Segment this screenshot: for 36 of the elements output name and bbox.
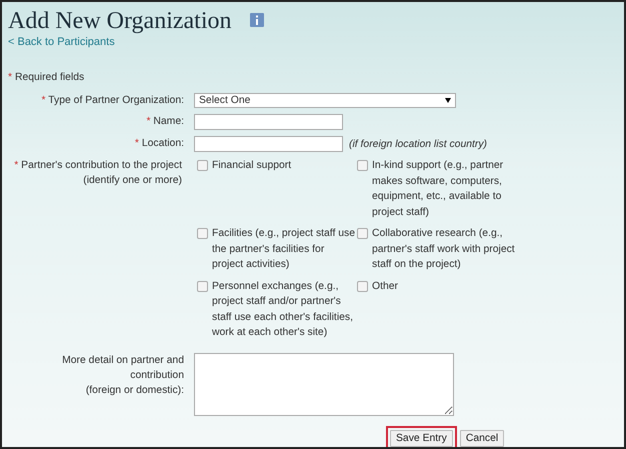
checkbox[interactable]	[197, 228, 208, 239]
field-label: More detail on partner and	[61, 354, 184, 368]
required-note: Required fields	[14, 72, 84, 83]
field-label: Type of Partner Organization:	[48, 95, 184, 106]
option-label: Collaborative research (e.g., partner's staff work with project staff on the project)	[372, 227, 516, 272]
required-mark: *	[134, 138, 139, 149]
detail-textarea[interactable]	[194, 352, 454, 416]
field-label: (foreign or domestic):	[84, 384, 184, 398]
option-label: Facilities (e.g., project staff use the partner's facilities for project activities)	[212, 227, 356, 272]
checkbox[interactable]	[197, 280, 208, 292]
option-label: In-kind support (e.g., partner makes software, computers, equipment, etc., available to project staff)	[372, 159, 504, 220]
save-button[interactable]: Save Entry	[390, 430, 453, 446]
field-label: Name:	[153, 116, 184, 127]
text-field[interactable]	[194, 136, 343, 152]
required-mark: *	[14, 160, 18, 171]
required-mark: *	[42, 95, 46, 106]
option-label: Financial support	[212, 159, 292, 173]
checkbox[interactable]	[197, 160, 208, 171]
text-field[interactable]	[194, 114, 343, 130]
cancel-button[interactable]: Cancel	[460, 430, 504, 446]
field-hint: (if foreign location list country)	[349, 138, 488, 150]
checkbox[interactable]	[357, 160, 368, 171]
checkbox[interactable]	[357, 228, 368, 239]
info-icon[interactable]	[250, 13, 264, 27]
back-link[interactable]: < Back to Participants	[2, 35, 115, 49]
field-label: contribution	[129, 368, 184, 382]
required-mark: *	[146, 116, 150, 127]
type-dropdown[interactable]: Select One	[194, 93, 456, 108]
field-label: Location:	[142, 138, 184, 149]
checkbox[interactable]	[357, 280, 368, 292]
required-mark: *	[8, 72, 12, 83]
field-sublabel: (identify one or more)	[82, 174, 182, 188]
field-label: Partner's contribution to the project	[21, 160, 182, 171]
option-label: Personnel exchanges (e.g., project staff and/or partner's staff use each other's facilities, work at each other's site)	[212, 280, 354, 340]
option-label: Other	[372, 280, 398, 294]
page-title: Add New Organization	[8, 8, 232, 34]
